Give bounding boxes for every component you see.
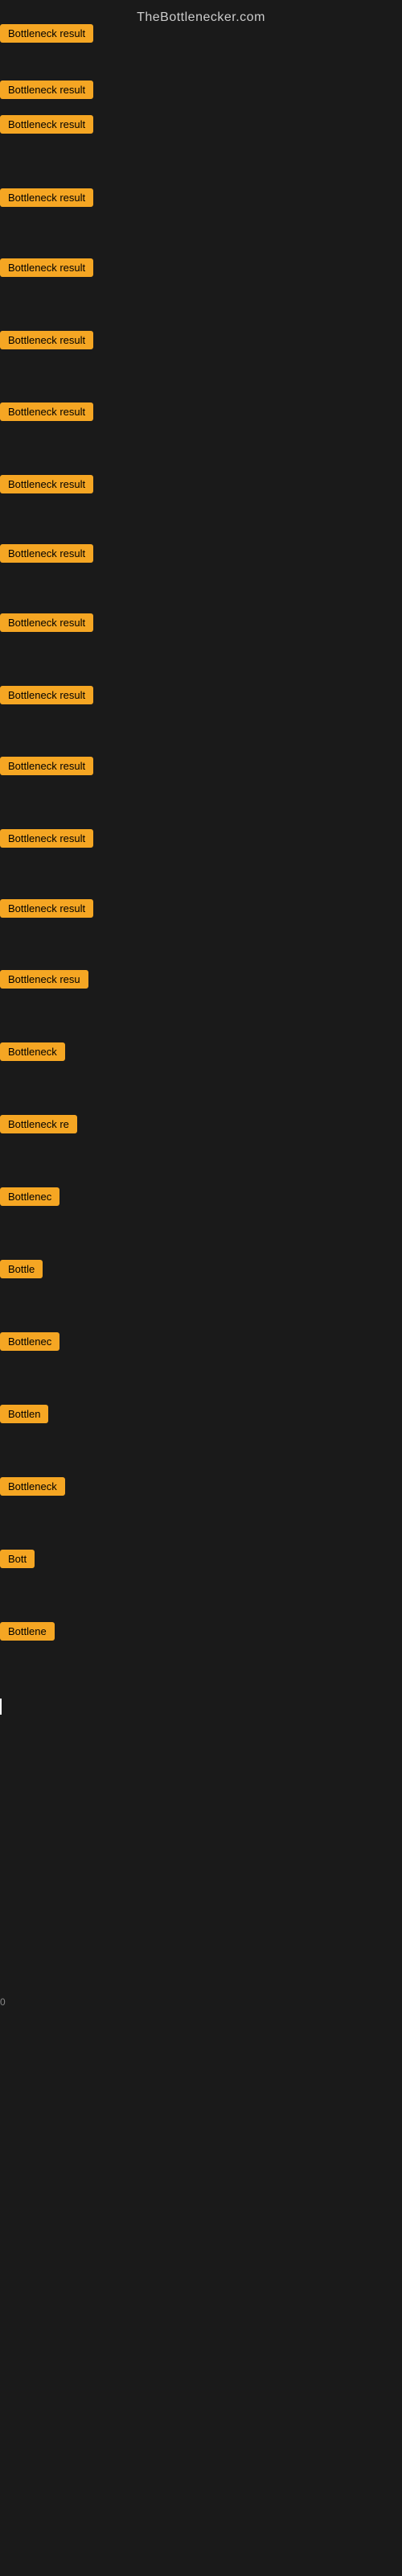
text-cursor bbox=[0, 1699, 2, 1715]
bottleneck-badge: Bottleneck result bbox=[0, 402, 93, 421]
bottleneck-badge-row: Bottleneck result bbox=[0, 188, 93, 207]
bottleneck-badge-row: Bottleneck resu bbox=[0, 970, 88, 989]
bottleneck-badge: Bottle bbox=[0, 1260, 43, 1278]
bottleneck-badge-row: Bottleneck result bbox=[0, 258, 93, 277]
bottleneck-badge-row: Bott bbox=[0, 1550, 35, 1568]
bottleneck-badge: Bottleneck result bbox=[0, 544, 93, 563]
bottleneck-badge-row: Bottleneck result bbox=[0, 80, 93, 99]
bottleneck-badge: Bottleneck result bbox=[0, 258, 93, 277]
bottleneck-badge: Bottleneck result bbox=[0, 829, 93, 848]
bottleneck-badge: Bottleneck result bbox=[0, 475, 93, 493]
bottleneck-badge: Bottleneck result bbox=[0, 613, 93, 632]
bottleneck-badge: Bottlenec bbox=[0, 1187, 59, 1206]
bottleneck-badge-row: Bottleneck result bbox=[0, 899, 93, 918]
bottleneck-badge: Bottleneck result bbox=[0, 115, 93, 134]
bottleneck-badge: Bottleneck re bbox=[0, 1115, 77, 1133]
bottleneck-badge: Bott bbox=[0, 1550, 35, 1568]
bottleneck-badge-row: Bottleneck result bbox=[0, 613, 93, 632]
bottleneck-badge-row: Bottleneck result bbox=[0, 115, 93, 134]
bottleneck-badge-row: Bottleneck result bbox=[0, 402, 93, 421]
bottleneck-badge: Bottleneck bbox=[0, 1042, 65, 1061]
bottleneck-badge: Bottleneck result bbox=[0, 686, 93, 704]
bottleneck-badge-row: Bottleneck result bbox=[0, 757, 93, 775]
bottleneck-badge-row: Bottlenec bbox=[0, 1187, 59, 1206]
bottleneck-badge-row: Bottlen bbox=[0, 1405, 48, 1423]
bottleneck-badge: Bottlenec bbox=[0, 1332, 59, 1351]
bottleneck-badge: Bottleneck result bbox=[0, 188, 93, 207]
bottleneck-badge-row: Bottleneck bbox=[0, 1042, 65, 1061]
bottleneck-badge-row: Bottleneck re bbox=[0, 1115, 77, 1133]
bottleneck-badge: Bottleneck result bbox=[0, 757, 93, 775]
bottleneck-badge: Bottleneck result bbox=[0, 24, 93, 43]
bottleneck-badge: Bottleneck result bbox=[0, 331, 93, 349]
bottleneck-badge-row: Bottleneck result bbox=[0, 544, 93, 563]
bottleneck-badge-row: Bottle bbox=[0, 1260, 43, 1278]
bottleneck-badge-row: Bottleneck result bbox=[0, 686, 93, 704]
bottleneck-badge-row: Bottleneck result bbox=[0, 24, 93, 43]
bottleneck-badge-row: Bottleneck result bbox=[0, 331, 93, 349]
bottleneck-badge: Bottleneck resu bbox=[0, 970, 88, 989]
bottleneck-badge-row: Bottlene bbox=[0, 1622, 55, 1641]
small-character: 0 bbox=[0, 1996, 6, 2008]
bottleneck-badge-row: Bottlenec bbox=[0, 1332, 59, 1351]
bottleneck-badge-row: Bottleneck bbox=[0, 1477, 65, 1496]
bottleneck-badge-row: Bottleneck result bbox=[0, 475, 93, 493]
bottleneck-badge: Bottlen bbox=[0, 1405, 48, 1423]
bottleneck-badge: Bottleneck bbox=[0, 1477, 65, 1496]
bottleneck-badge: Bottlene bbox=[0, 1622, 55, 1641]
bottleneck-badge: Bottleneck result bbox=[0, 899, 93, 918]
bottleneck-badge-row: Bottleneck result bbox=[0, 829, 93, 848]
bottleneck-badge: Bottleneck result bbox=[0, 80, 93, 99]
